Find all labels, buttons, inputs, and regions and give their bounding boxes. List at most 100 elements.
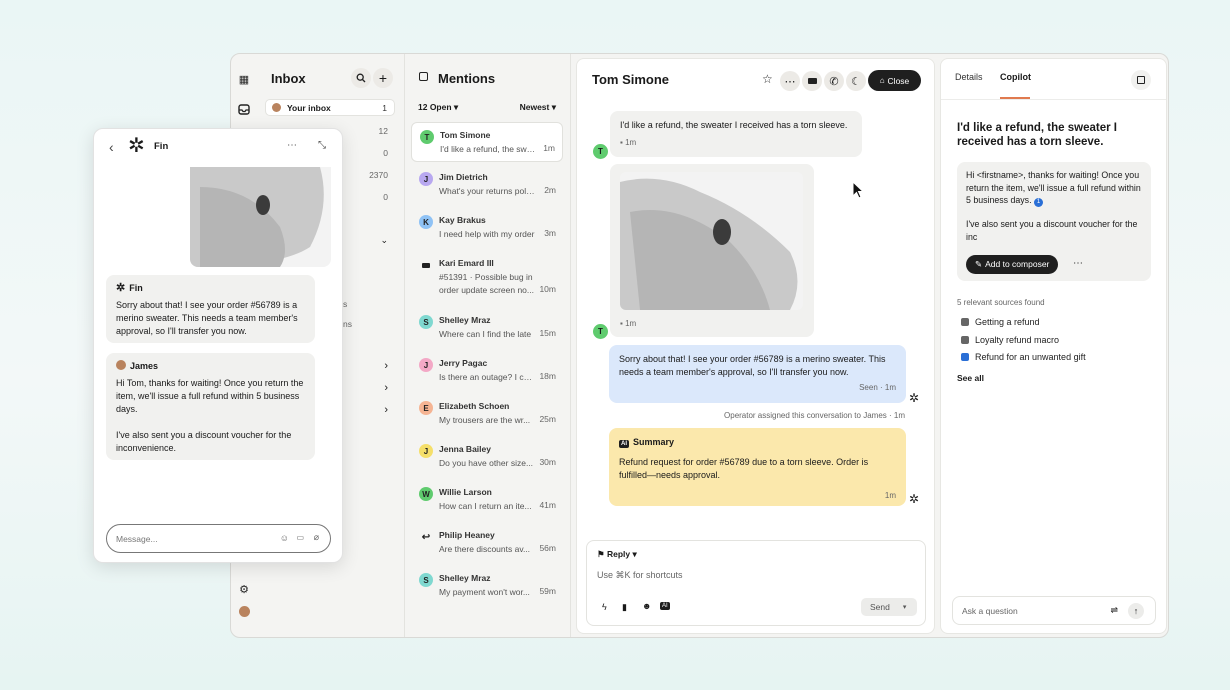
attachment-icon[interactable]: ⌀ [314,532,319,543]
nav-item-your-inbox[interactable]: Your inbox 1 [265,99,395,116]
message-time: 10m [539,284,556,294]
reply-composer: ⚑ Reply ▾ Use ⌘K for shortcuts ϟ ▮ ☻ AI … [586,540,926,626]
tab-details[interactable]: Details [955,72,983,82]
send-button[interactable]: Send ▾ [861,598,917,616]
ask-placeholder: Ask a question [962,606,1018,616]
list-item[interactable]: K Kay Brakus I need help with my order 3m [411,208,563,248]
panel-toggle-icon[interactable] [419,72,428,81]
inbox-icon[interactable] [237,102,251,116]
composer-input[interactable]: Use ⌘K for shortcuts [597,570,683,581]
gif-icon[interactable]: ▭ [296,533,304,542]
conversation-title: Tom Simone [592,72,670,87]
sweater-photo[interactable] [620,172,803,310]
message-preview: I need help with my order [439,229,535,239]
more-icon[interactable]: ⋯ [1073,258,1083,271]
sort-dropdown[interactable]: Newest ▾ [520,102,556,113]
list-item[interactable]: J Jenna Bailey Do you have other size... 30… [411,437,563,477]
back-arrow-icon[interactable]: ‹ [109,139,114,155]
message-preview: Are there discounts av... [439,544,531,554]
avatar: W [419,487,433,501]
message-text: I'd like a refund, the sweater I receive… [620,120,848,130]
source-link[interactable]: Refund for an unwanted gift [961,352,1086,362]
author-name: James [130,361,159,371]
add-to-composer-button[interactable]: ✎ Add to composer [966,255,1059,274]
bot-message: ✲ Fin Sorry about that! I see your order … [106,275,315,343]
list-item[interactable]: S Shelley Mraz Where can I find the late 15… [411,308,563,348]
avatar [419,258,433,272]
message-meta: Seen · 1m [859,383,896,392]
source-link[interactable]: Getting a refund [961,317,1040,327]
list-item[interactable]: T Tom Simone I'd like a refund, the swe...… [411,122,563,162]
see-all-link[interactable]: See all [957,373,984,383]
bot-message: Sorry about that! I see your order #5678… [609,345,906,403]
contact-name: Kari Emard III [439,258,494,268]
expand-icon[interactable]: ⤡ [318,140,326,151]
message-input[interactable]: Message... ☺ ▭ ⌀ [106,524,331,553]
customer-image-message: ▪︎ 1m [610,164,814,337]
moon-icon[interactable]: ☾ [846,71,866,91]
add-icon[interactable]: + [373,68,393,88]
list-item[interactable]: Kari Emard III #51391 · Possible bug in o… [411,251,563,295]
more-icon[interactable]: ⋯ [780,71,800,91]
customer-message: I'd like a refund, the sweater I receive… [610,111,862,157]
list-item[interactable]: ↩ Philip Heaney Are there discounts av... 5… [411,523,563,563]
reply-mode-dropdown[interactable]: ⚑ Reply ▾ [597,549,637,560]
more-icon[interactable]: ⋯ [287,140,297,151]
submit-arrow-icon[interactable]: ↑ [1128,603,1144,619]
user-avatar[interactable] [237,604,251,618]
list-item[interactable]: S Shelley Mraz My payment won't wor... 59m [411,566,563,606]
message-time: 1m [625,319,637,328]
list-item[interactable]: J Jerry Pagac Is there an outage? I ca... 1… [411,351,563,391]
send-label: Send [870,602,890,612]
tab-copilot[interactable]: Copilot [1000,72,1031,82]
app-window: ▦ ⚙ Inbox + Your inbox 1 12 0 2370 0 ⌄ s… [230,53,1169,638]
contact-name: Kay Brakus [439,215,486,225]
chevron-right-icon[interactable]: › [384,360,388,372]
nav-label: ns [343,319,352,329]
avatar: T [420,130,434,144]
message-time: 25m [539,414,556,424]
contact-name: Philip Heaney [439,530,495,540]
logo-icon[interactable]: ▦ [237,72,251,86]
conversation-panel: Tom Simone ☆ ⋯ ✆ ☾ ⌂ Close I'd like a ref… [576,58,935,634]
avatar: S [419,573,433,587]
message-time: 41m [539,500,556,510]
ai-icon[interactable]: AI [660,602,670,610]
search-icon[interactable] [351,68,371,88]
message-author: ✲ Fin [116,282,305,295]
settings-icon[interactable]: ⚙ [237,582,251,596]
status-filter[interactable]: 12 Open ▾ [418,102,458,113]
sort-label: Newest [519,102,550,112]
avatar: E [419,401,433,415]
snooze-icon[interactable] [802,71,822,91]
chevron-right-icon[interactable]: › [384,382,388,394]
ask-question-input[interactable]: Ask a question ⇌ ↑ [952,596,1156,625]
message-preview: I'd like a refund, the swe... [440,144,536,154]
sweater-photo[interactable] [190,167,331,267]
contact-name: Tom Simone [440,130,491,140]
close-button[interactable]: ⌂ Close [868,70,921,91]
nav-label: s [343,299,348,309]
ticket-icon [422,262,430,268]
chevron-down-icon[interactable]: ⌄ [380,235,388,246]
list-item[interactable]: E Elizabeth Schoen My trousers are the wr.… [411,394,563,434]
list-item[interactable]: W Willie Larson How can I return an ite...… [411,480,563,520]
list-item[interactable]: J Jim Dietrich What's your returns polic..… [411,165,563,205]
citation-badge[interactable]: 1 [1033,198,1043,207]
chevron-right-icon[interactable]: › [384,404,388,416]
bookmark-icon[interactable]: ▮ [622,602,627,613]
phone-icon[interactable]: ✆ [824,71,844,91]
star-icon[interactable]: ☆ [762,72,773,86]
emoji-icon[interactable]: ☻ [642,601,651,611]
flag-icon [961,353,969,361]
filter-icon[interactable]: ⇌ [1110,605,1118,616]
message-time: 30m [539,457,556,467]
message-meta: ▪︎ 1m [620,319,637,328]
nav-label: Your inbox [287,103,331,113]
copilot-answer: Hi <firstname>, thanks for waiting! Once… [957,162,1151,281]
message-preview: My payment won't wor... [439,587,530,597]
source-link[interactable]: Loyalty refund macro [961,335,1059,345]
lightning-icon[interactable]: ϟ [602,602,607,612]
sidebar-toggle-icon[interactable] [1131,70,1151,90]
emoji-icon[interactable]: ☺ [280,533,289,543]
